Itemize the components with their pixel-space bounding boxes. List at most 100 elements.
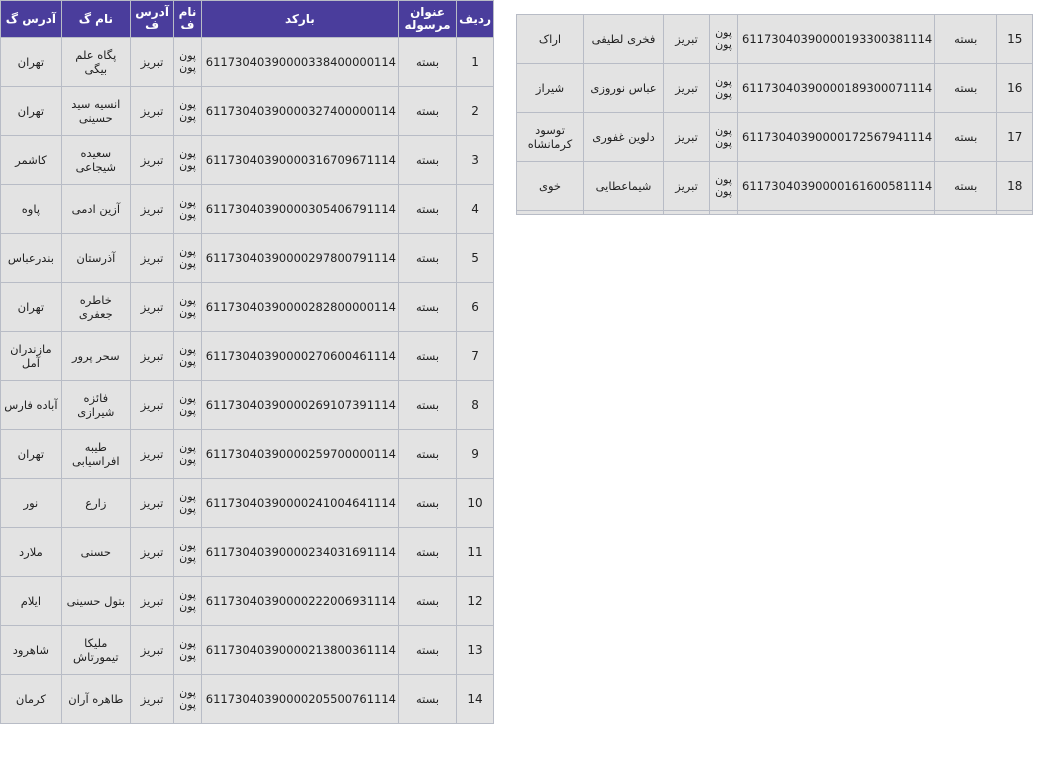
cell-row-no: 14 xyxy=(456,674,494,724)
cell-barcode: 61173040390000282800000114 xyxy=(200,282,400,332)
cell-sender-address: تبریز xyxy=(129,429,175,479)
cell-shipment-title: بسته xyxy=(397,135,458,185)
cell-row-no: 4 xyxy=(456,184,494,234)
cell-sender-name: پون پون xyxy=(173,135,202,185)
cell-shipment-title: بسته xyxy=(397,576,458,626)
table-row-partial xyxy=(516,210,1034,215)
cell-barcode: 61173040390000234031691114 xyxy=(200,527,400,577)
cell-empty xyxy=(663,210,710,215)
table-row: 17 بسته 61173040390000172567941114 پون پون ت… xyxy=(516,112,1034,162)
header-row-no: ردیف xyxy=(456,0,494,38)
cell-barcode: 61173040390000338400000114 xyxy=(200,37,400,87)
table-row: 4 بسته 61173040390000305406791114 پون پون تب… xyxy=(0,184,494,234)
cell-row-no: 11 xyxy=(456,527,494,577)
cell-receiver-name: زارع xyxy=(60,478,131,528)
cell-sender-name: پون پون xyxy=(173,380,202,430)
cell-row-no: 6 xyxy=(456,282,494,332)
table-row: 13 بسته 61173040390000213800361114 پون پون ت… xyxy=(0,625,494,675)
cell-receiver-name: طاهره آران xyxy=(60,674,131,724)
cell-sender-address: تبریز xyxy=(129,233,175,283)
table-row: 11 بسته 61173040390000234031691114 پون پون ت… xyxy=(0,527,494,577)
cell-sender-address: تبریز xyxy=(129,282,175,332)
cell-receiver-address: تهران xyxy=(0,429,62,479)
shipments-table: ردیف عنوان مرسوله بارکد نام ف آدرس ف نام… xyxy=(0,0,494,724)
cell-sender-address: تبریز xyxy=(129,478,175,528)
cell-barcode: 61173040390000213800361114 xyxy=(200,625,400,675)
cell-barcode: 61173040390000316709671114 xyxy=(200,135,400,185)
cell-sender-name: پون پون xyxy=(709,112,738,162)
cell-barcode: 61173040390000193300381114 xyxy=(736,14,936,64)
cell-sender-address: تبریز xyxy=(129,135,175,185)
cell-shipment-title: بسته xyxy=(397,184,458,234)
cell-shipment-title: بسته xyxy=(397,478,458,528)
cell-sender-name: پون پون xyxy=(173,233,202,283)
cell-empty xyxy=(996,210,1034,215)
cell-empty xyxy=(709,210,738,215)
cell-empty xyxy=(934,210,998,215)
cell-receiver-address: تهران xyxy=(0,86,62,136)
cell-sender-address: تبریز xyxy=(129,331,175,381)
cell-sender-name: پون پون xyxy=(173,576,202,626)
cell-receiver-address: کرمان xyxy=(0,674,62,724)
table-row: 15 بسته 61173040390000193300381114 پون پون ت… xyxy=(516,14,1034,64)
cell-sender-address: تبریز xyxy=(663,112,710,162)
cell-barcode: 61173040390000161600581114 xyxy=(736,161,936,211)
cell-sender-address: تبریز xyxy=(663,161,710,211)
cell-sender-name: پون پون xyxy=(173,37,202,87)
header-receiver-name: نام گ xyxy=(60,0,131,38)
cell-receiver-address: بندرعباس xyxy=(0,233,62,283)
cell-sender-name: پون پون xyxy=(173,674,202,724)
cell-shipment-title: بسته xyxy=(397,625,458,675)
header-sender-address: آدرس ف xyxy=(129,0,175,38)
cell-barcode: 61173040390000269107391114 xyxy=(200,380,400,430)
cell-sender-address: تبریز xyxy=(129,380,175,430)
cell-row-no: 5 xyxy=(456,233,494,283)
cell-receiver-name: شیماعطایی xyxy=(583,161,664,211)
cell-shipment-title: بسته xyxy=(397,86,458,136)
cell-row-no: 18 xyxy=(996,161,1034,211)
table-row: 3 بسته 61173040390000316709671114 پون پون تب… xyxy=(0,135,494,185)
cell-barcode: 61173040390000270600461114 xyxy=(200,331,400,381)
cell-receiver-address: نور xyxy=(0,478,62,528)
cell-barcode: 61173040390000222006931114 xyxy=(200,576,400,626)
cell-row-no: 12 xyxy=(456,576,494,626)
cell-receiver-name: آذرستان xyxy=(60,233,131,283)
cell-shipment-title: بسته xyxy=(397,674,458,724)
cell-receiver-address: تهران xyxy=(0,37,62,87)
cell-barcode: 61173040390000241004641114 xyxy=(200,478,400,528)
cell-shipment-title: بسته xyxy=(934,14,998,64)
cell-sender-name: پون پون xyxy=(173,429,202,479)
table-header-row: ردیف عنوان مرسوله بارکد نام ف آدرس ف نام… xyxy=(0,0,494,38)
cell-barcode: 61173040390000259700000114 xyxy=(200,429,400,479)
cell-row-no: 9 xyxy=(456,429,494,479)
cell-sender-name: پون پون xyxy=(709,161,738,211)
cell-row-no: 16 xyxy=(996,63,1034,113)
cell-shipment-title: بسته xyxy=(397,429,458,479)
cell-sender-name: پون پون xyxy=(173,184,202,234)
cell-empty xyxy=(583,210,664,215)
cell-receiver-name: سحر پرور xyxy=(60,331,131,381)
cell-receiver-name: دلوین غفوری xyxy=(583,112,664,162)
cell-sender-address: تبریز xyxy=(663,14,710,64)
cell-shipment-title: بسته xyxy=(397,527,458,577)
header-sender-name: نام ف xyxy=(173,0,202,38)
cell-receiver-name: حسنی xyxy=(60,527,131,577)
cell-empty xyxy=(736,210,936,215)
cell-sender-address: تبریز xyxy=(129,527,175,577)
cell-receiver-address: خوی xyxy=(516,161,584,211)
cell-sender-name: پون پون xyxy=(173,478,202,528)
cell-receiver-name: ملیکا تیمورتاش xyxy=(60,625,131,675)
cell-sender-name: پون پون xyxy=(709,63,738,113)
table-row: 14 بسته 61173040390000205500761114 پون پون ت… xyxy=(0,674,494,724)
table-row: 18 بسته 61173040390000161600581114 پون پون ت… xyxy=(516,161,1034,211)
cell-receiver-name: پگاه علم بیگی xyxy=(60,37,131,87)
cell-receiver-address: شاهرود xyxy=(0,625,62,675)
cell-receiver-address: اراک xyxy=(516,14,584,64)
table-row: 1 بسته 61173040390000338400000114 پون پون تب… xyxy=(0,37,494,87)
cell-receiver-name: انسیه سید حسینی xyxy=(60,86,131,136)
cell-sender-name: پون پون xyxy=(173,625,202,675)
cell-receiver-address: پاوه xyxy=(0,184,62,234)
cell-receiver-address: توسود کرمانشاه xyxy=(516,112,584,162)
cell-shipment-title: بسته xyxy=(934,63,998,113)
cell-shipment-title: بسته xyxy=(397,331,458,381)
